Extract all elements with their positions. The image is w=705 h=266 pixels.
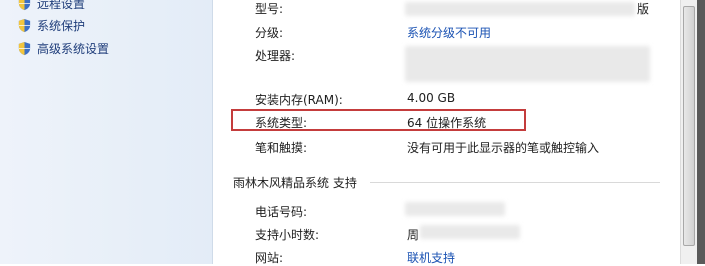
processor-label: 处理器: — [255, 49, 296, 63]
phone-label: 电话号码: — [255, 205, 308, 219]
section-divider — [370, 182, 660, 183]
shield-icon — [18, 18, 31, 32]
pen-touch-value: 没有可用于此显示器的笔或触控输入 — [407, 141, 600, 155]
left-nav-pane: 远程设置 系统保护 高级系统设置 — [0, 0, 213, 264]
rating-link[interactable]: 系统分级不可用 — [407, 24, 491, 41]
system-type-highlight-box — [231, 109, 526, 131]
model-label: 型号: — [255, 2, 284, 16]
website-label: 网站: — [255, 251, 284, 265]
model-value-suffix: 版 — [637, 2, 650, 16]
support-section-title: 雨林木风精品系统 支持 — [233, 176, 357, 190]
sidebar-item-label: 系统保护 — [37, 18, 86, 33]
support-hours-label: 支持小时数: — [255, 228, 320, 242]
processor-value-redacted — [405, 46, 650, 82]
scrollbar-thumb[interactable] — [683, 6, 695, 246]
rating-label: 分级: — [255, 26, 284, 40]
phone-value-redacted — [405, 202, 505, 216]
online-support-link[interactable]: 联机支持 — [407, 249, 455, 266]
sidebar-item-label: 远程设置 — [37, 0, 86, 11]
support-hours-redacted — [420, 225, 520, 239]
shield-icon — [18, 0, 31, 10]
model-value-redacted — [405, 2, 635, 16]
sidebar-item-system-protection[interactable]: 系统保护 — [17, 16, 85, 34]
shield-icon — [18, 41, 31, 55]
pen-touch-label: 笔和触摸: — [255, 141, 308, 155]
ram-label: 安装内存(RAM): — [255, 93, 343, 107]
sidebar-item-label: 高级系统设置 — [37, 41, 110, 56]
support-hours-prefix: 周 — [407, 228, 420, 242]
vertical-scrollbar[interactable] — [680, 0, 698, 264]
ram-value: 4.00 GB — [407, 91, 456, 105]
sidebar-item-advanced-settings[interactable]: 高级系统设置 — [17, 39, 109, 57]
window-edge — [697, 0, 705, 264]
sidebar-item-remote-settings[interactable]: 远程设置 — [17, 0, 85, 12]
